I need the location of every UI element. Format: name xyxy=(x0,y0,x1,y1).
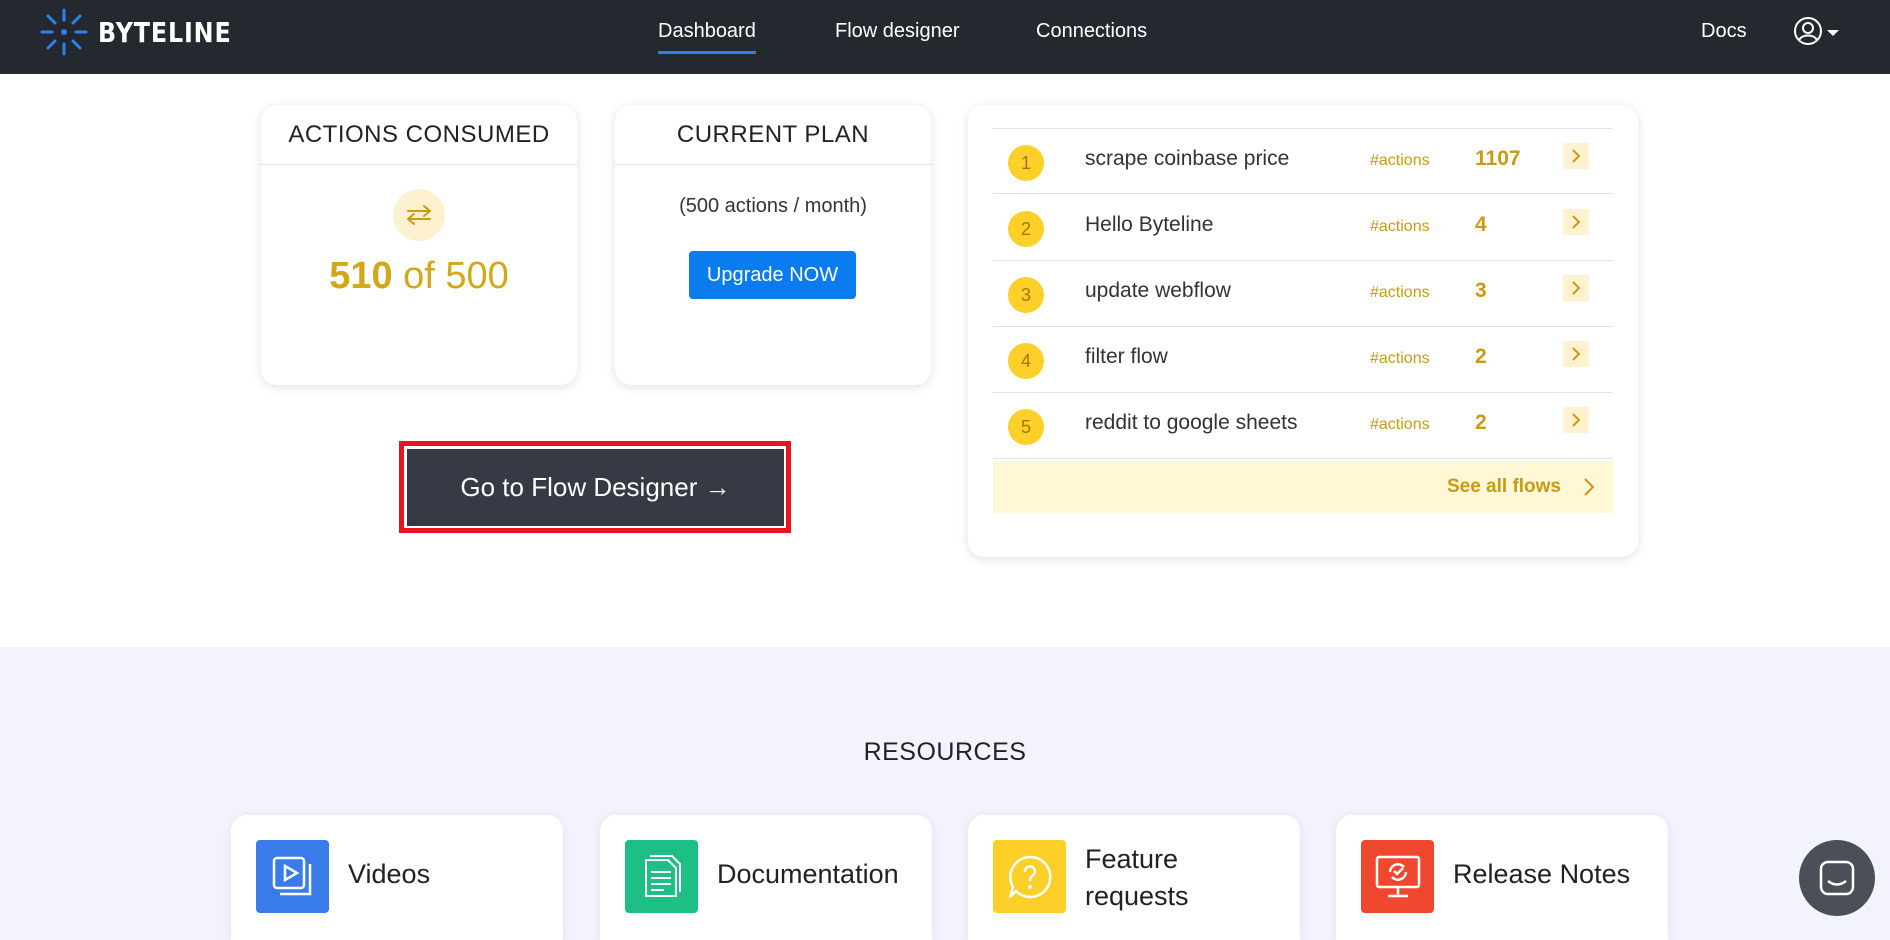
chat-launcher-button[interactable] xyxy=(1799,840,1875,916)
actions-limit-value: of 500 xyxy=(392,255,509,297)
flow-row[interactable]: 5 reddit to google sheets #actions 2 xyxy=(993,393,1613,459)
chevron-right-icon[interactable] xyxy=(1563,209,1589,235)
chevron-right-icon xyxy=(1584,478,1595,496)
resource-card-feature-requests[interactable]: Feature requests xyxy=(968,815,1300,940)
user-menu[interactable] xyxy=(1793,16,1839,46)
current-plan-title: CURRENT PLAN xyxy=(615,105,931,165)
byteline-logo-icon xyxy=(40,8,88,56)
swap-arrows-icon xyxy=(393,189,445,241)
flow-row[interactable]: 2 Hello Byteline #actions 4 xyxy=(993,195,1613,261)
flow-rank-badge: 1 xyxy=(1008,145,1044,181)
flow-tag: #actions xyxy=(1370,416,1430,433)
flow-rank-badge: 5 xyxy=(1008,409,1044,445)
feature-requests-line-1: Feature xyxy=(1085,844,1179,874)
flow-action-count: 2 xyxy=(1475,411,1487,434)
question-bubble-icon xyxy=(993,840,1066,913)
go-to-flow-designer-button[interactable]: Go to Flow Designer → xyxy=(407,449,784,526)
flow-tag: #actions xyxy=(1370,350,1430,367)
actions-consumed-card: ACTIONS CONSUMED 510 of 500 xyxy=(261,105,577,385)
resource-label-feature-requests: Feature requests xyxy=(1085,841,1189,915)
upgrade-now-button[interactable]: Upgrade NOW xyxy=(689,251,856,299)
flow-tag: #actions xyxy=(1370,284,1430,301)
flow-tag: #actions xyxy=(1370,218,1430,235)
plan-description: (500 actions / month) xyxy=(679,195,867,217)
flow-row[interactable]: 3 update webflow #actions 3 xyxy=(993,261,1613,327)
see-all-flows-label: See all flows xyxy=(1446,476,1561,497)
feature-requests-line-2: requests xyxy=(1085,881,1189,911)
document-icon xyxy=(625,840,698,913)
resource-label-videos: Videos xyxy=(348,859,431,889)
actions-used-value: 510 xyxy=(329,255,393,297)
byteline-logo[interactable]: BYTELINE xyxy=(38,6,255,58)
flow-rank-badge: 3 xyxy=(1008,277,1044,313)
resource-card-videos[interactable]: Videos xyxy=(231,815,563,940)
nav-flow-designer[interactable]: Flow designer xyxy=(835,20,960,43)
top-navbar: BYTELINE Dashboard Flow designer Connect… xyxy=(0,0,1890,74)
flow-name[interactable]: scrape coinbase price xyxy=(1085,147,1289,171)
user-avatar-icon xyxy=(1794,17,1822,45)
flow-name[interactable]: update webflow xyxy=(1085,279,1231,303)
chat-icon xyxy=(1819,860,1855,896)
flow-action-count: 2 xyxy=(1475,345,1487,368)
nav-docs[interactable]: Docs xyxy=(1701,20,1747,43)
resource-card-documentation[interactable]: Documentation xyxy=(600,815,932,940)
nav-connections[interactable]: Connections xyxy=(1036,20,1147,43)
video-icon xyxy=(256,840,329,913)
flow-row[interactable]: 4 filter flow #actions 2 xyxy=(993,327,1613,393)
actions-consumed-title: ACTIONS CONSUMED xyxy=(261,105,577,165)
flow-name[interactable]: reddit to google sheets xyxy=(1085,411,1297,435)
chevron-right-icon[interactable] xyxy=(1563,275,1589,301)
flow-action-count: 3 xyxy=(1475,279,1487,302)
flow-action-count: 4 xyxy=(1475,213,1487,236)
flow-action-count: 1107 xyxy=(1475,147,1521,170)
actions-usage: 510 of 500 xyxy=(261,255,577,298)
chevron-down-icon xyxy=(1827,30,1839,36)
flow-tag: #actions xyxy=(1370,152,1430,169)
flow-row[interactable]: 1 scrape coinbase price #actions 1107 xyxy=(993,128,1613,194)
chevron-right-icon[interactable] xyxy=(1563,407,1589,433)
resources-title: RESOURCES xyxy=(863,738,1027,766)
logo-text: BYTELINE xyxy=(98,15,232,49)
current-plan-card: CURRENT PLAN (500 actions / month) Upgra… xyxy=(615,105,931,385)
flow-name[interactable]: filter flow xyxy=(1085,345,1168,369)
resource-label-documentation: Documentation xyxy=(717,859,899,889)
flow-rank-badge: 4 xyxy=(1008,343,1044,379)
resource-label-release-notes: Release Notes xyxy=(1453,859,1631,889)
see-all-flows-link[interactable]: See all flows xyxy=(993,461,1613,513)
monitor-refresh-icon xyxy=(1361,840,1434,913)
chevron-right-icon[interactable] xyxy=(1563,341,1589,367)
flow-name[interactable]: Hello Byteline xyxy=(1085,213,1213,237)
resource-card-release-notes[interactable]: Release Notes xyxy=(1336,815,1668,940)
chevron-right-icon[interactable] xyxy=(1563,143,1589,169)
nav-dashboard[interactable]: Dashboard xyxy=(658,20,756,54)
flow-rank-badge: 2 xyxy=(1008,211,1044,247)
